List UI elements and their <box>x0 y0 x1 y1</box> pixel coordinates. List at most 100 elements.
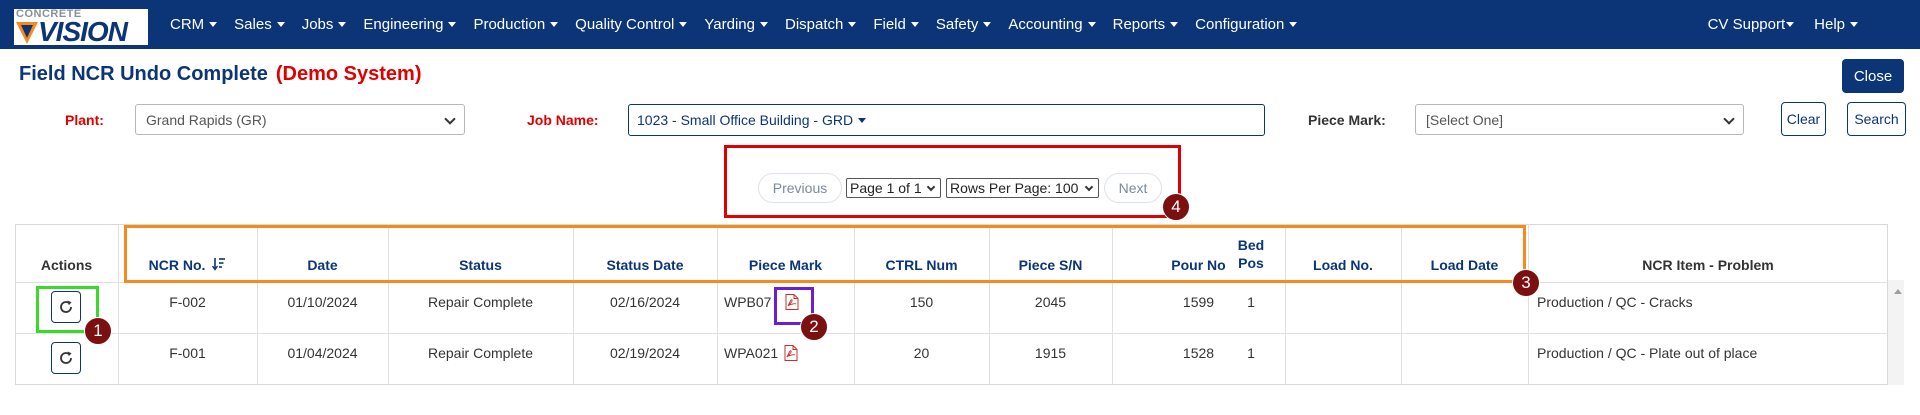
cell-ncr-no: F-001 <box>169 345 206 361</box>
chevron-down-icon <box>910 22 919 27</box>
menu-label: CV Support <box>1707 16 1786 33</box>
menu-dispatch[interactable]: Dispatch <box>784 16 857 33</box>
menu-jobs[interactable]: Jobs <box>302 16 347 33</box>
page-title-text: Field NCR Undo Complete <box>19 63 268 85</box>
chevron-down-icon <box>926 182 936 192</box>
menu-configuration[interactable]: Configuration <box>1195 16 1298 33</box>
rows-per-page-select[interactable]: Rows Per Page: 100 <box>946 178 1099 198</box>
menu-engineering[interactable]: Engineering <box>363 16 457 33</box>
menu-sales[interactable]: Sales <box>234 16 285 33</box>
menu-help[interactable]: Help <box>1814 16 1858 33</box>
demo-system-label: (Demo System) <box>275 63 422 85</box>
close-button[interactable]: Close <box>1842 59 1904 93</box>
cell-ctrl-num: 150 <box>909 294 934 310</box>
cell-ncr-item: Production / QC - Cracks <box>1537 294 1693 310</box>
menu-crm[interactable]: CRM <box>170 16 218 33</box>
plant-select[interactable]: Grand Rapids (GR) <box>135 104 465 135</box>
columns-highlight <box>124 225 1526 283</box>
menu-label: Reports <box>1112 16 1166 33</box>
menu-reports[interactable]: Reports <box>1113 16 1179 33</box>
chevron-down-icon <box>848 22 857 27</box>
menu-label: Engineering <box>363 16 444 33</box>
cell-date: 01/10/2024 <box>287 294 358 310</box>
undo-complete-button[interactable] <box>51 342 81 374</box>
menu-label: Dispatch <box>784 16 844 33</box>
plant-select-value: Grand Rapids (GR) <box>146 111 267 128</box>
chevron-down-icon <box>1170 22 1179 27</box>
chevron-down-icon <box>858 117 867 123</box>
clear-button[interactable]: Clear <box>1781 102 1826 136</box>
chevron-down-icon <box>338 22 347 27</box>
plant-label: Plant: <box>65 112 104 128</box>
menu-label: Field <box>873 16 906 33</box>
concrete-vision-logo[interactable]: CONCRETE VISION <box>14 9 148 47</box>
row-divider <box>15 333 1888 334</box>
cell-ctrl-num: 20 <box>913 345 930 361</box>
menu-label: Yarding <box>704 16 755 33</box>
previous-button[interactable]: Previous <box>758 173 842 203</box>
chevron-down-icon <box>550 22 559 27</box>
piece-mark-label: Piece Mark: <box>1308 112 1386 128</box>
cell-date: 01/04/2024 <box>287 345 358 361</box>
menu-label: Quality Control <box>575 16 675 33</box>
job-name-value: 1023 - Small Office Building - GRD <box>637 112 854 128</box>
chevron-down-icon <box>448 22 457 27</box>
cell-status-date: 02/19/2024 <box>609 345 681 361</box>
menu-production[interactable]: Production <box>473 16 559 33</box>
chevron-down-icon <box>983 22 992 27</box>
callout-badge-3: 3 <box>1512 269 1540 297</box>
page-title: Field NCR Undo Complete (Demo System) <box>19 63 422 86</box>
menu-yarding[interactable]: Yarding <box>704 16 768 33</box>
callout-badge-1: 1 <box>84 317 112 345</box>
menu-safety[interactable]: Safety <box>936 16 992 33</box>
chevron-down-icon <box>276 22 285 27</box>
header-ncr-item-problem: NCR Item - Problem <box>1642 257 1774 273</box>
menu-label: Production <box>473 16 546 33</box>
callout-badge-4: 4 <box>1162 193 1190 221</box>
logo-text-bottom: VISION <box>38 16 128 47</box>
menu-label: Jobs <box>301 16 334 33</box>
chevron-down-icon <box>1786 22 1795 27</box>
menu-quality-control[interactable]: Quality Control <box>575 16 688 33</box>
chevron-down-icon <box>1087 22 1096 27</box>
search-button[interactable]: Search <box>1847 102 1906 136</box>
scroll-up-icon[interactable] <box>1894 289 1902 294</box>
menu-label: Safety <box>935 16 979 33</box>
chevron-down-icon <box>209 22 218 27</box>
main-menu: CRM Sales Jobs Engineering Production Qu… <box>170 0 1314 49</box>
chevron-down-icon <box>1084 182 1094 192</box>
cell-ncr-item: Production / QC - Plate out of place <box>1537 345 1758 361</box>
menu-label: Help <box>1814 16 1845 33</box>
piece-mark-select-value: [Select One] <box>1426 111 1504 128</box>
cell-status: Repair Complete <box>427 345 534 361</box>
cell-bed-pos: 1 <box>1247 345 1255 361</box>
callout-badge-2: 2 <box>800 313 828 341</box>
chevron-down-icon <box>1289 22 1298 27</box>
page-select-value: Page 1 of 1 <box>850 180 922 196</box>
table-scrollbar[interactable] <box>1888 280 1904 385</box>
job-name-dropdown[interactable]: 1023 - Small Office Building - GRD <box>628 104 1265 136</box>
pdf-icon[interactable] <box>784 345 798 361</box>
menu-label: CRM <box>170 16 205 33</box>
next-button[interactable]: Next <box>1104 173 1162 203</box>
cell-piece-sn: 1915 <box>1034 345 1067 361</box>
job-name-label: Job Name: <box>527 112 599 128</box>
cell-piece-mark: WPA021 <box>724 345 779 361</box>
chevron-down-icon <box>759 22 768 27</box>
cell-status-date: 02/16/2024 <box>609 294 681 310</box>
cell-piece-sn: 2045 <box>1034 294 1067 310</box>
chevron-down-icon <box>1850 22 1858 27</box>
menu-accounting[interactable]: Accounting <box>1008 16 1096 33</box>
page-select[interactable]: Page 1 of 1 <box>846 178 941 198</box>
top-navbar: CONCRETE VISION CRM Sales Jobs Engineeri… <box>0 0 1920 49</box>
chevron-down-icon <box>444 113 456 125</box>
refresh-icon <box>60 351 72 364</box>
piece-mark-select[interactable]: [Select One] <box>1415 104 1744 135</box>
menu-label: Accounting <box>1008 16 1083 33</box>
chevron-down-icon <box>679 22 688 27</box>
chevron-down-icon <box>1723 113 1735 125</box>
header-actions: Actions <box>40 257 93 273</box>
menu-field[interactable]: Field <box>873 16 919 33</box>
column-divider <box>1528 224 1529 385</box>
menu-cv-support[interactable]: CV Support <box>1708 16 1795 33</box>
